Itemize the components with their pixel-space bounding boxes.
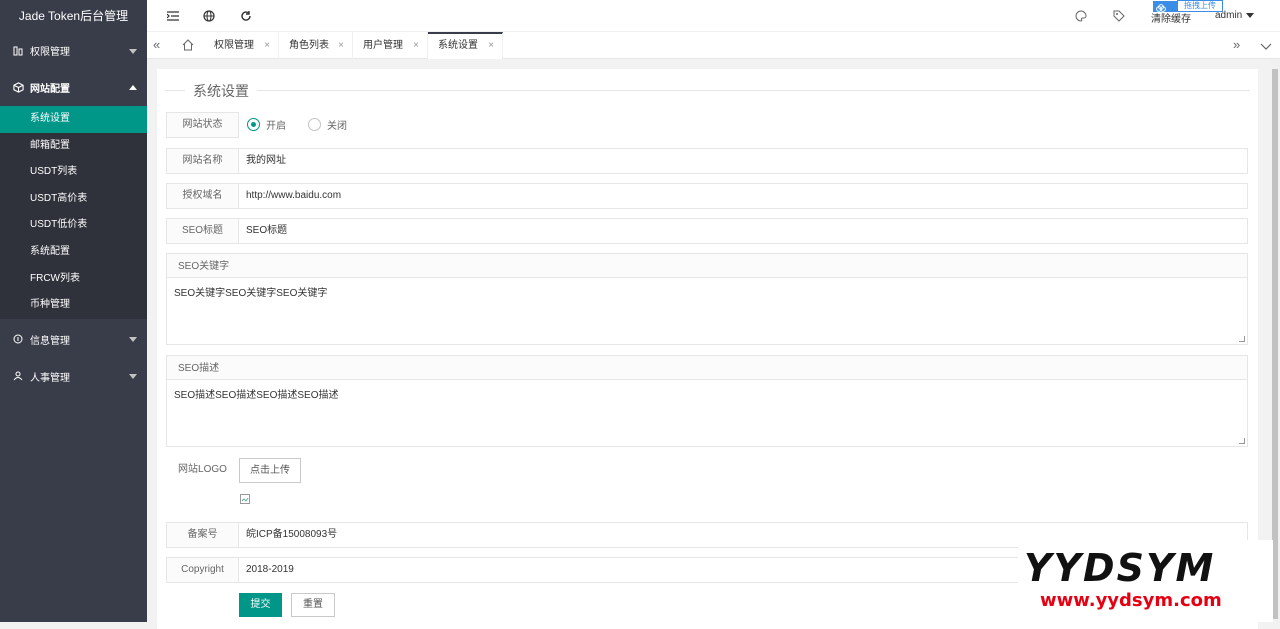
form-legend: 系统设置 bbox=[165, 81, 1250, 101]
upload-cloud-icon bbox=[1156, 2, 1166, 12]
radio-checked-icon bbox=[247, 118, 260, 131]
close-icon[interactable]: × bbox=[488, 34, 494, 58]
watermark-brand: YYDSYM bbox=[1024, 546, 1216, 590]
upload-button[interactable]: 点击上传 bbox=[239, 458, 301, 483]
tab-label: 系统设置 bbox=[438, 40, 478, 51]
submit-button[interactable]: 提交 bbox=[239, 593, 282, 617]
seo-title-row: SEO标题 SEO标题 bbox=[166, 218, 1248, 244]
sidebar-group-permissions[interactable]: 权限管理 bbox=[0, 32, 147, 69]
site-name-label: 网站名称 bbox=[166, 148, 239, 174]
sidebar-item-frcw-list[interactable]: FRCW列表 bbox=[0, 266, 147, 293]
sidebar-item-usdt-high[interactable]: USDT高价表 bbox=[0, 186, 147, 213]
status-on-radio[interactable]: 开启 bbox=[247, 117, 286, 132]
seo-title-label: SEO标题 bbox=[166, 218, 239, 244]
watermark: YYDSYM www.yydsym.com bbox=[1018, 540, 1273, 622]
close-icon[interactable]: × bbox=[413, 32, 419, 59]
resize-handle-icon[interactable] bbox=[1239, 438, 1245, 444]
people-icon bbox=[12, 370, 24, 382]
chevron-up-icon bbox=[129, 84, 137, 90]
domain-label: 授权域名 bbox=[166, 183, 239, 209]
info-icon bbox=[12, 333, 24, 345]
theme-icon[interactable] bbox=[1073, 8, 1089, 24]
sidebar: Jade Token后台管理 权限管理 网站配置 系统设置 邮箱配置 USDT列… bbox=[0, 0, 147, 622]
chevron-down-icon bbox=[129, 374, 137, 380]
legend-divider bbox=[165, 90, 1250, 91]
tab-label: 权限管理 bbox=[214, 40, 254, 51]
radio-unchecked-icon bbox=[308, 118, 321, 131]
tab-label: 用户管理 bbox=[363, 40, 403, 51]
copyright-label: Copyright bbox=[166, 557, 239, 583]
radio-label: 关闭 bbox=[327, 121, 347, 132]
seo-desc-value: SEO描述SEO描述SEO描述SEO描述 bbox=[174, 390, 339, 401]
sidebar-group-label: 权限管理 bbox=[30, 47, 70, 58]
logo-row: 网站LOGO 点击上传 bbox=[166, 458, 366, 484]
globe-icon[interactable] bbox=[201, 8, 217, 24]
tab-menu-chevron-icon[interactable] bbox=[1260, 40, 1272, 50]
site-name-row: 网站名称 我的网址 bbox=[166, 148, 1248, 174]
sidebar-group-info[interactable]: 信息管理 bbox=[0, 321, 147, 358]
caret-down-icon bbox=[1246, 12, 1255, 18]
sidebar-group-label: 信息管理 bbox=[30, 335, 70, 347]
sidebar-item-currency[interactable]: 币种管理 bbox=[0, 292, 147, 319]
status-row: 网站状态 开启 关闭 bbox=[166, 112, 1248, 138]
reset-button[interactable]: 重置 bbox=[291, 593, 335, 617]
domain-row: 授权域名 http://www.baidu.com bbox=[166, 183, 1248, 209]
close-icon[interactable]: × bbox=[338, 32, 344, 59]
status-off-radio[interactable]: 关闭 bbox=[308, 117, 347, 132]
page-title: 系统设置 bbox=[185, 81, 257, 101]
seo-desc-textarea[interactable]: SEO描述SEO描述SEO描述SEO描述 bbox=[166, 380, 1248, 447]
submenu: 系统设置 邮箱配置 USDT列表 USDT高价表 USDT低价表 系统配置 FR… bbox=[0, 106, 147, 319]
sidebar-group-site-config[interactable]: 网站配置 bbox=[0, 69, 147, 106]
tab-system-settings[interactable]: 系统设置 × bbox=[428, 32, 503, 59]
close-icon[interactable]: × bbox=[264, 32, 270, 59]
sidebar-item-usdt-low[interactable]: USDT低价表 bbox=[0, 212, 147, 239]
sidebar-item-mail-config[interactable]: 邮箱配置 bbox=[0, 133, 147, 160]
resize-handle-icon[interactable] bbox=[1239, 336, 1245, 342]
icp-label: 备案号 bbox=[166, 522, 239, 548]
menu-fold-icon[interactable] bbox=[165, 8, 181, 24]
tab-permissions[interactable]: 权限管理 × bbox=[204, 32, 279, 59]
username: admin bbox=[1215, 10, 1243, 21]
seo-keywords-textarea[interactable]: SEO关键字SEO关键字SEO关键字 bbox=[166, 278, 1248, 345]
cube-icon bbox=[12, 82, 24, 94]
sidebar-item-system-settings[interactable]: 系统设置 bbox=[0, 106, 147, 133]
radio-label: 开启 bbox=[266, 121, 286, 132]
scrollbar[interactable] bbox=[1270, 59, 1280, 622]
tab-bar: « 权限管理 × 角色列表 × 用户管理 × 系统设置 × » bbox=[147, 32, 1280, 59]
permission-icon bbox=[12, 45, 24, 57]
tab-users[interactable]: 用户管理 × bbox=[353, 32, 428, 59]
chevron-down-icon bbox=[129, 337, 137, 343]
scrollbar-thumb[interactable] bbox=[1272, 69, 1278, 619]
top-header: 清除缓存 拖拽上传 admin bbox=[147, 0, 1280, 32]
seo-title-input[interactable]: SEO标题 bbox=[239, 218, 1248, 244]
seo-desc-label: SEO描述 bbox=[166, 355, 1248, 380]
sidebar-item-usdt-list[interactable]: USDT列表 bbox=[0, 159, 147, 186]
tab-scroll-right-icon[interactable]: » bbox=[1233, 38, 1240, 51]
upload-tooltip-text: 拖拽上传 bbox=[1184, 1, 1216, 10]
logo-label: 网站LOGO bbox=[166, 458, 239, 484]
sidebar-group-hr[interactable]: 人事管理 bbox=[0, 358, 147, 395]
tab-roles[interactable]: 角色列表 × bbox=[279, 32, 353, 59]
logo-preview-broken-image-icon bbox=[240, 493, 250, 504]
seo-keywords-block: SEO关键字 SEO关键字SEO关键字SEO关键字 bbox=[166, 253, 1248, 345]
site-name-input[interactable]: 我的网址 bbox=[239, 148, 1248, 174]
app-title: Jade Token后台管理 bbox=[0, 0, 147, 32]
chevron-down-icon bbox=[129, 48, 137, 54]
seo-keywords-value: SEO关键字SEO关键字SEO关键字 bbox=[174, 288, 328, 299]
tab-scroll-left-icon[interactable]: « bbox=[153, 38, 160, 51]
sidebar-group-label: 人事管理 bbox=[30, 372, 70, 384]
domain-input[interactable]: http://www.baidu.com bbox=[239, 183, 1248, 209]
seo-keywords-label: SEO关键字 bbox=[166, 253, 1248, 278]
status-label: 网站状态 bbox=[166, 112, 239, 138]
tab-label: 角色列表 bbox=[289, 40, 329, 51]
seo-desc-block: SEO描述 SEO描述SEO描述SEO描述SEO描述 bbox=[166, 355, 1248, 447]
watermark-url: www.yydsym.com bbox=[1040, 590, 1222, 611]
sidebar-item-system-config[interactable]: 系统配置 bbox=[0, 239, 147, 266]
sidebar-group-label: 网站配置 bbox=[30, 84, 70, 95]
tag-icon[interactable] bbox=[1111, 8, 1127, 24]
home-icon[interactable] bbox=[182, 39, 194, 51]
refresh-icon[interactable] bbox=[238, 8, 254, 24]
user-menu[interactable]: admin bbox=[1215, 10, 1255, 21]
